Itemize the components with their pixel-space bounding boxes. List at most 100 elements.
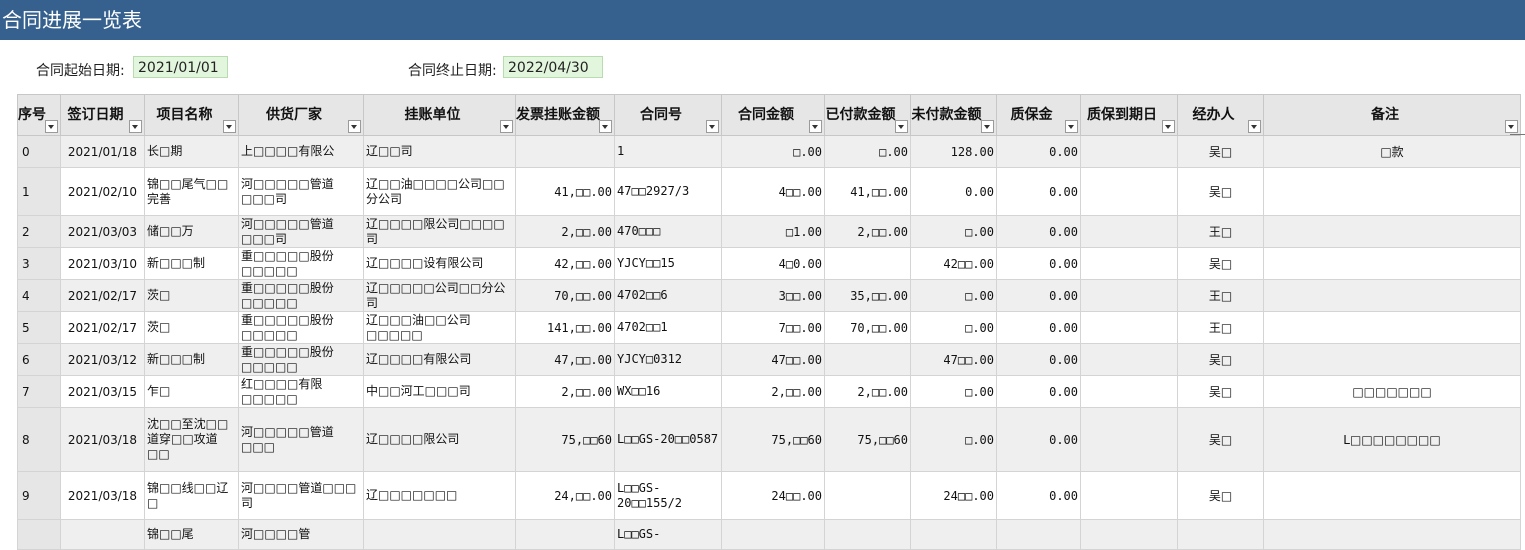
table-cell[interactable]: 70,□□.00: [515, 279, 615, 312]
table-cell[interactable]: 41,□□.00: [824, 167, 911, 216]
table-cell[interactable]: 75,□□60: [824, 407, 911, 472]
filter-dropdown-icon[interactable]: [1065, 120, 1078, 133]
table-cell[interactable]: □.00: [910, 279, 997, 312]
table-cell[interactable]: 4702□□6: [614, 279, 722, 312]
table-cell[interactable]: 470□□□: [614, 215, 722, 248]
table-cell[interactable]: 0.00: [996, 247, 1081, 280]
table-cell[interactable]: 6: [17, 343, 61, 376]
table-cell[interactable]: 70,□□.00: [824, 311, 911, 344]
column-header[interactable]: 已付款金额: [824, 94, 911, 136]
table-cell[interactable]: 辽□□□□□□□: [363, 471, 516, 520]
table-cell[interactable]: [1080, 343, 1178, 376]
table-cell[interactable]: □.00: [910, 215, 997, 248]
table-cell[interactable]: 41,□□.00: [515, 167, 615, 216]
table-cell[interactable]: 35,□□.00: [824, 279, 911, 312]
table-cell[interactable]: [1080, 279, 1178, 312]
table-cell[interactable]: 47□□.00: [721, 343, 825, 376]
table-cell[interactable]: 0.00: [996, 215, 1081, 248]
filter-dropdown-icon[interactable]: [500, 120, 513, 133]
table-cell[interactable]: 9: [17, 471, 61, 520]
table-cell[interactable]: 2,□□.00: [515, 215, 615, 248]
table-cell[interactable]: 2021/02/17: [60, 311, 145, 344]
table-cell[interactable]: □款: [1263, 135, 1521, 168]
table-cell[interactable]: 4□0.00: [721, 247, 825, 280]
start-date-input[interactable]: 2021/01/01: [133, 56, 228, 78]
table-cell[interactable]: 0.00: [910, 167, 997, 216]
table-cell[interactable]: [1080, 167, 1178, 216]
table-cell[interactable]: 吴□: [1177, 407, 1264, 472]
table-cell[interactable]: 75,□□60: [721, 407, 825, 472]
table-cell[interactable]: L□□□□□□□□: [1263, 407, 1521, 472]
table-cell[interactable]: □.00: [910, 407, 997, 472]
table-cell[interactable]: 5: [17, 311, 61, 344]
table-cell[interactable]: [515, 135, 615, 168]
table-row[interactable]: 4 2021/02/17 茨□ 重□□□□□股份□□□□□ 辽□□□□□公司□□分公司 7…: [17, 279, 1521, 312]
table-cell[interactable]: 47□□2927/3: [614, 167, 722, 216]
table-cell[interactable]: [824, 343, 911, 376]
table-row[interactable]: 7 2021/03/15 乍□ 红□□□□有限□□□□□ 中□□河工□□□司 2,□□.0…: [17, 375, 1521, 408]
table-cell[interactable]: 辽□□□□设有限公司: [363, 247, 516, 280]
table-cell[interactable]: L□□GS-20□□155/2: [614, 471, 722, 520]
table-cell[interactable]: 新□□□制: [144, 247, 239, 280]
column-header[interactable]: 备注: [1263, 94, 1521, 136]
table-cell[interactable]: 王□: [1177, 279, 1264, 312]
column-header[interactable]: 质保金: [996, 94, 1081, 136]
table-cell[interactable]: [1263, 167, 1521, 216]
table-row[interactable]: 9 2021/03/18 锦□□线□□辽□ 河□□□□管道□□□司 辽□□□□□□□ 24…: [17, 471, 1521, 520]
table-row[interactable]: 2 2021/03/03 储□□万 河□□□□□管道□□□司 辽□□□□限公司□□□□司…: [17, 215, 1521, 248]
table-cell[interactable]: [1080, 471, 1178, 520]
table-cell[interactable]: 2,□□.00: [824, 215, 911, 248]
table-cell[interactable]: 2,□□.00: [515, 375, 615, 408]
table-cell[interactable]: [1263, 247, 1521, 280]
table-cell[interactable]: 3□□.00: [721, 279, 825, 312]
table-cell[interactable]: □□□□□□□: [1263, 375, 1521, 408]
table-row[interactable]: 8 2021/03/18 沈□□至沈□□道穿□□攻道□□ 河□□□□□管道□□□ 辽□□…: [17, 407, 1521, 472]
table-cell[interactable]: 辽□□司: [363, 135, 516, 168]
table-cell[interactable]: 8: [17, 407, 61, 472]
table-cell[interactable]: 重□□□□□股份□□□□□: [238, 311, 364, 344]
table-cell[interactable]: 4: [17, 279, 61, 312]
column-header[interactable]: 发票挂账金额: [515, 94, 615, 136]
table-cell[interactable]: 茨□: [144, 311, 239, 344]
table-cell[interactable]: 2021/03/18: [60, 471, 145, 520]
table-cell[interactable]: 0.00: [996, 135, 1081, 168]
table-cell[interactable]: [1263, 471, 1521, 520]
table-row[interactable]: 1 2021/02/10 锦□□尾气□□完善 河□□□□□管道□□□司 辽□□油□□□□…: [17, 167, 1521, 216]
table-cell[interactable]: [1263, 343, 1521, 376]
table-cell[interactable]: 4□□.00: [721, 167, 825, 216]
table-cell[interactable]: 0.00: [996, 471, 1081, 520]
table-cell[interactable]: 0.00: [996, 279, 1081, 312]
table-row[interactable]: 3 2021/03/10 新□□□制 重□□□□□股份□□□□□ 辽□□□□设有限公司 4…: [17, 247, 1521, 280]
table-cell[interactable]: 24,□□.00: [515, 471, 615, 520]
table-cell[interactable]: 75,□□60: [515, 407, 615, 472]
table-cell[interactable]: 2: [17, 215, 61, 248]
filter-dropdown-icon[interactable]: [1162, 120, 1175, 133]
table-cell[interactable]: □1.00: [721, 215, 825, 248]
table-cell[interactable]: 中□□河工□□□司: [363, 375, 516, 408]
column-header[interactable]: 合同号: [614, 94, 722, 136]
table-cell[interactable]: 辽□□油□□□□公司□□分公司: [363, 167, 516, 216]
table-cell[interactable]: 吴□: [1177, 167, 1264, 216]
column-header[interactable]: 供货厂家: [238, 94, 364, 136]
table-cell[interactable]: 吴□: [1177, 375, 1264, 408]
end-date-input[interactable]: 2022/04/30: [503, 56, 603, 78]
table-cell[interactable]: 沈□□至沈□□道穿□□攻道□□: [144, 407, 239, 472]
filter-dropdown-icon[interactable]: [895, 120, 908, 133]
column-header[interactable]: 质保到期日: [1080, 94, 1178, 136]
table-cell[interactable]: 河□□□□□管道□□□: [238, 407, 364, 472]
table-cell[interactable]: 乍□: [144, 375, 239, 408]
table-row[interactable]: 0 2021/01/18 长□期 上□□□□有限公 辽□□司 1 □.00 □.00 128.0…: [17, 135, 1521, 168]
table-cell[interactable]: 47,□□.00: [515, 343, 615, 376]
filter-dropdown-icon[interactable]: [223, 120, 236, 133]
filter-dropdown-icon[interactable]: [599, 120, 612, 133]
table-cell[interactable]: [1080, 247, 1178, 280]
table-cell[interactable]: YJCY□□15: [614, 247, 722, 280]
table-cell[interactable]: 辽□□□油□□公司□□□□□: [363, 311, 516, 344]
table-cell[interactable]: [824, 247, 911, 280]
table-cell[interactable]: 锦□□尾气□□完善: [144, 167, 239, 216]
table-cell[interactable]: 141,□□.00: [515, 311, 615, 344]
table-cell[interactable]: [1080, 375, 1178, 408]
table-cell[interactable]: 上□□□□有限公: [238, 135, 364, 168]
table-cell[interactable]: 辽□□□□有限公司: [363, 343, 516, 376]
table-cell[interactable]: 1: [17, 167, 61, 216]
